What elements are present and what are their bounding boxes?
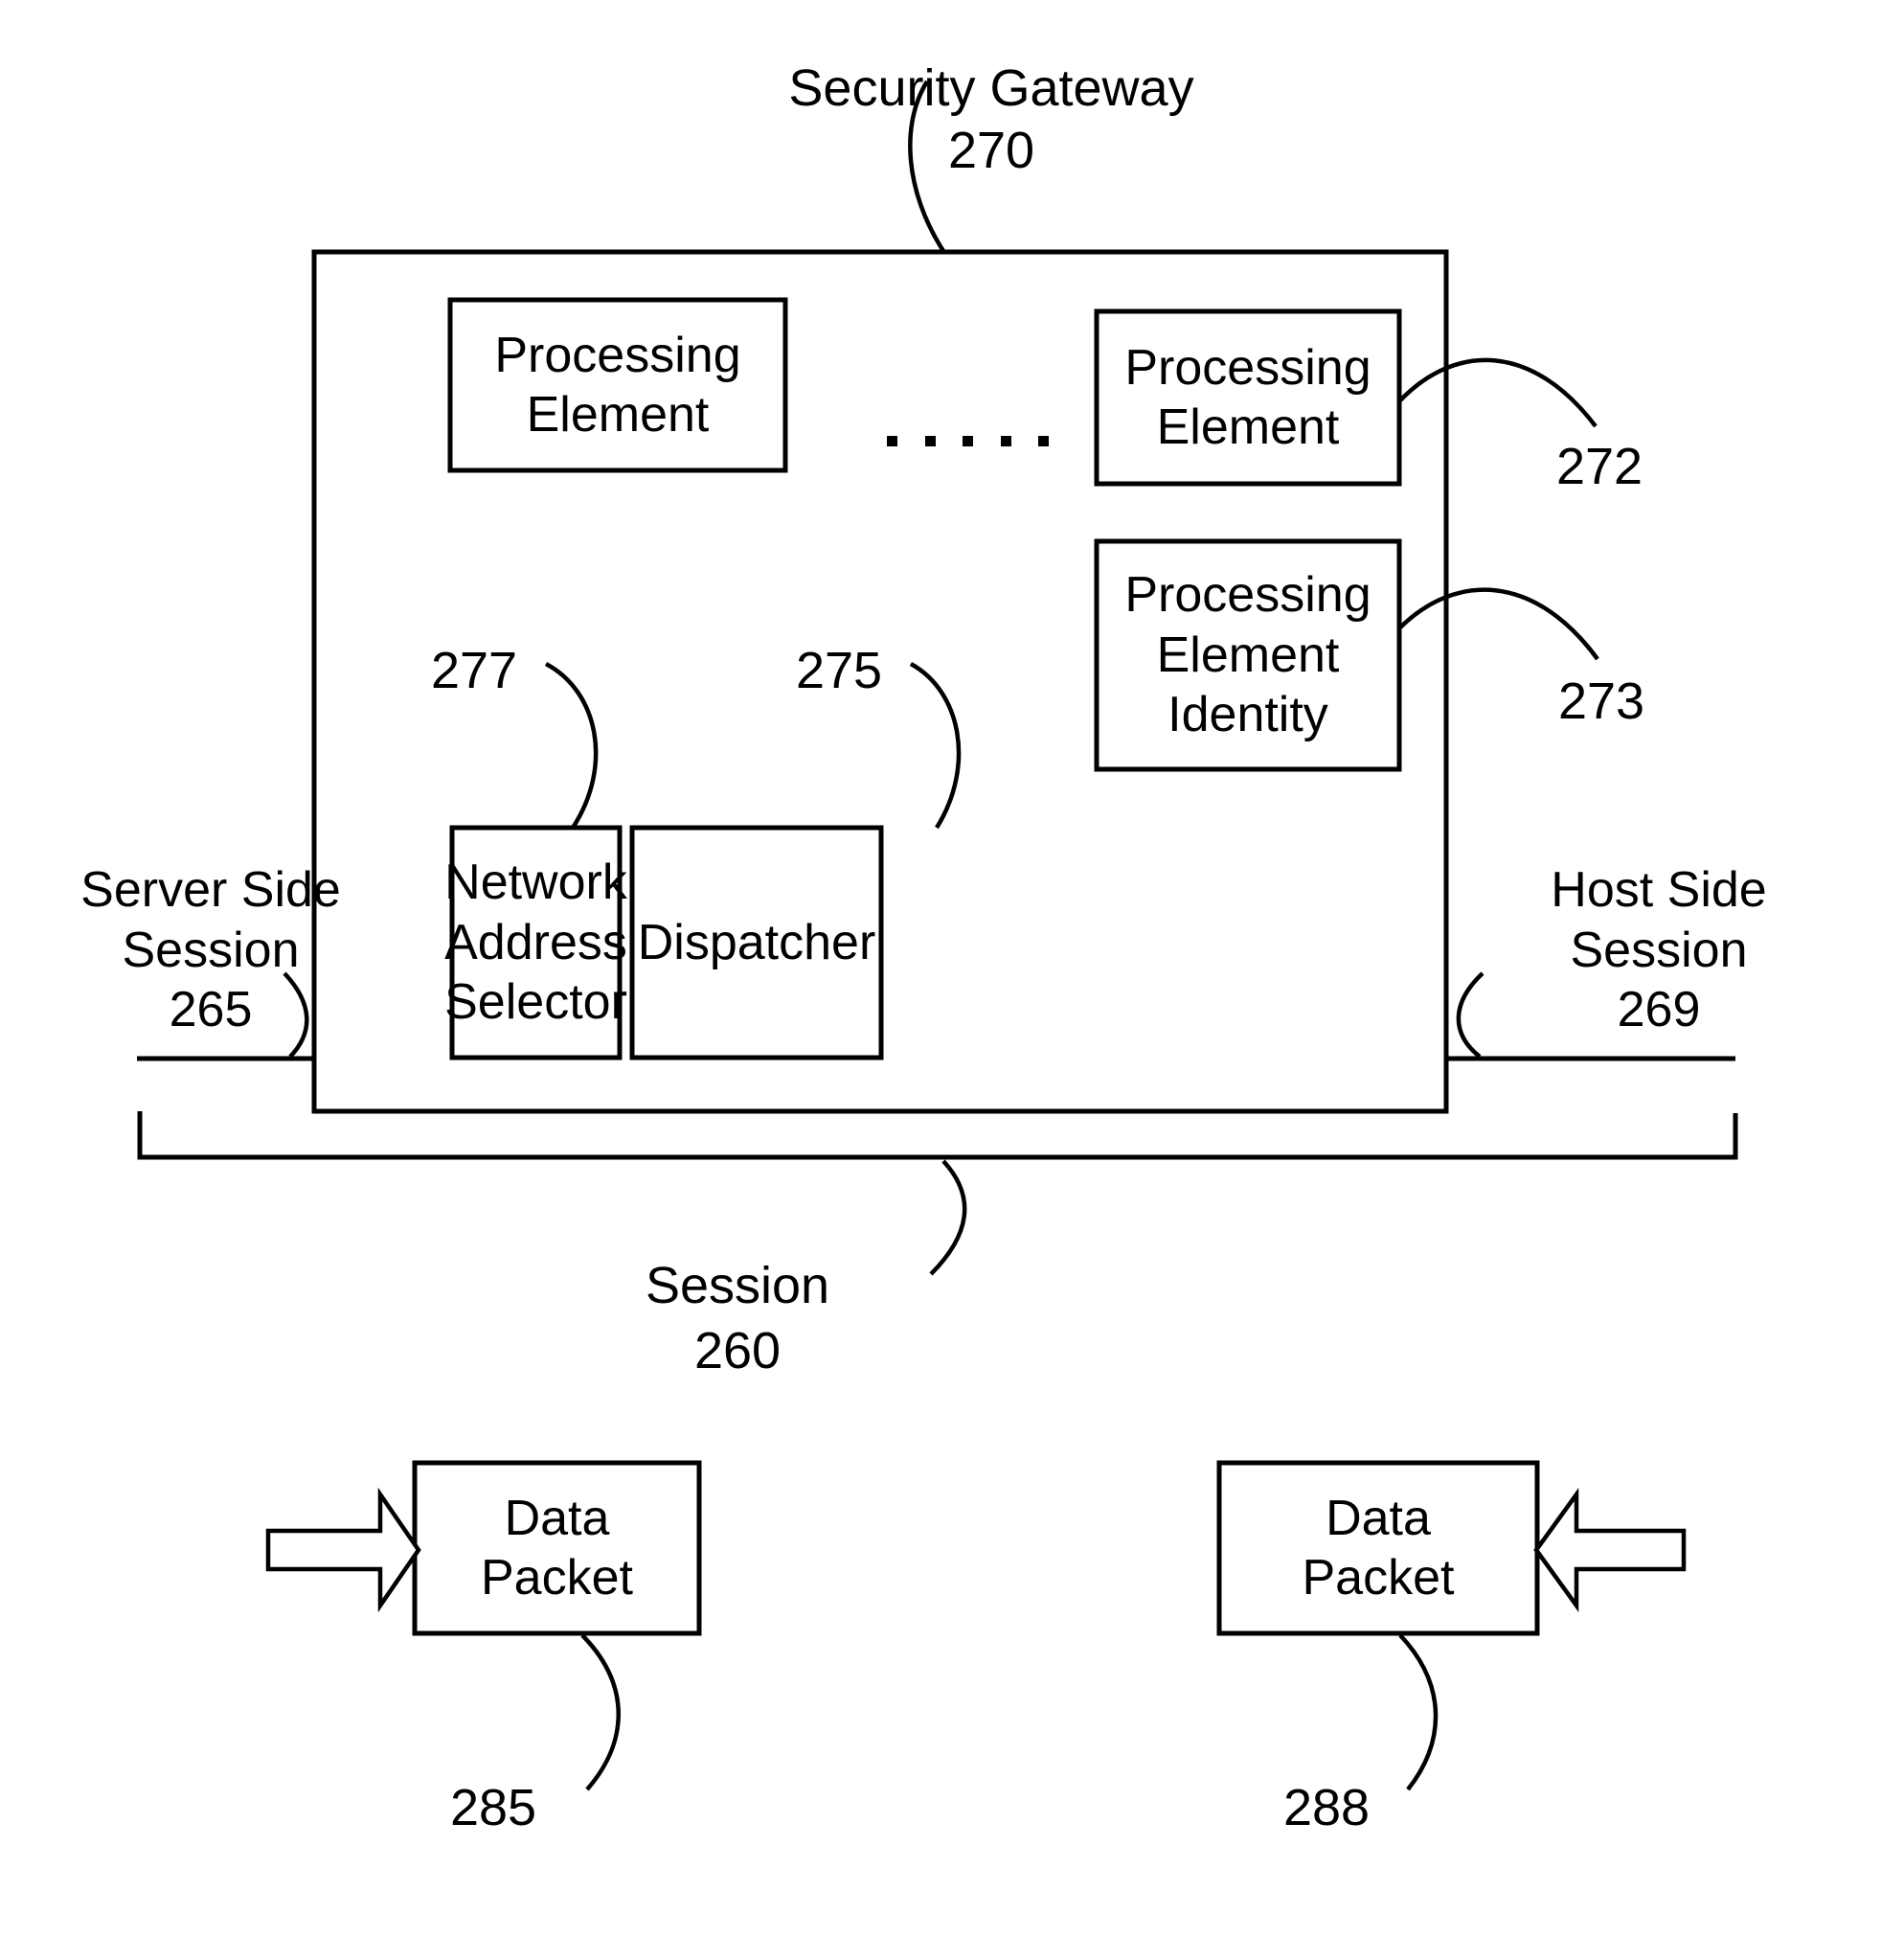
host-side-session-ref: 269 [1617,982,1701,1037]
host-side-session-label: Host Side Session [1551,862,1767,979]
host-side-session-leader-line [1456,971,1485,1059]
processing-element-identity-label: Processing Element Identity [1124,567,1371,743]
processing-element-right-label: Processing Element [1124,339,1371,455]
processing-element-left-label: Processing Element [494,327,741,443]
dispatcher-label: Dispatcher [637,914,876,970]
data-packet-right-label: Data Packet [1302,1490,1455,1606]
session-bracket [137,1111,1738,1160]
server-side-session-label: Server Side Session [80,862,341,979]
data-packet-left-ref: 285 [449,1779,537,1836]
data-packet-right-ref: 288 [1282,1779,1371,1836]
session-leader-line [929,1159,967,1276]
network-address-selector-ref: 277 [430,642,518,699]
data-packet-left-label: Data Packet [481,1490,633,1606]
security-gateway-title: Security Gateway [788,59,1194,117]
session-label: Session [645,1257,830,1314]
session-ref: 260 [693,1322,782,1379]
data-packet-right-inbound-arrow [1533,1488,1687,1612]
server-side-session-ref: 265 [169,982,253,1037]
security-gateway-ref: 270 [947,122,1035,179]
figure-canvas: Security Gateway 270 Processing Element … [0,0,1904,1960]
processing-element-identity-ref: 273 [1557,672,1645,730]
data-packet-left-leader-line [580,1633,621,1791]
processing-element-right-ref: 272 [1555,438,1643,495]
network-address-selector-label: Network Address Selector [444,855,627,1031]
dispatcher-ref: 275 [795,642,883,699]
data-packet-left-inbound-arrow [265,1487,421,1613]
data-packet-right-leader-line [1398,1633,1439,1791]
